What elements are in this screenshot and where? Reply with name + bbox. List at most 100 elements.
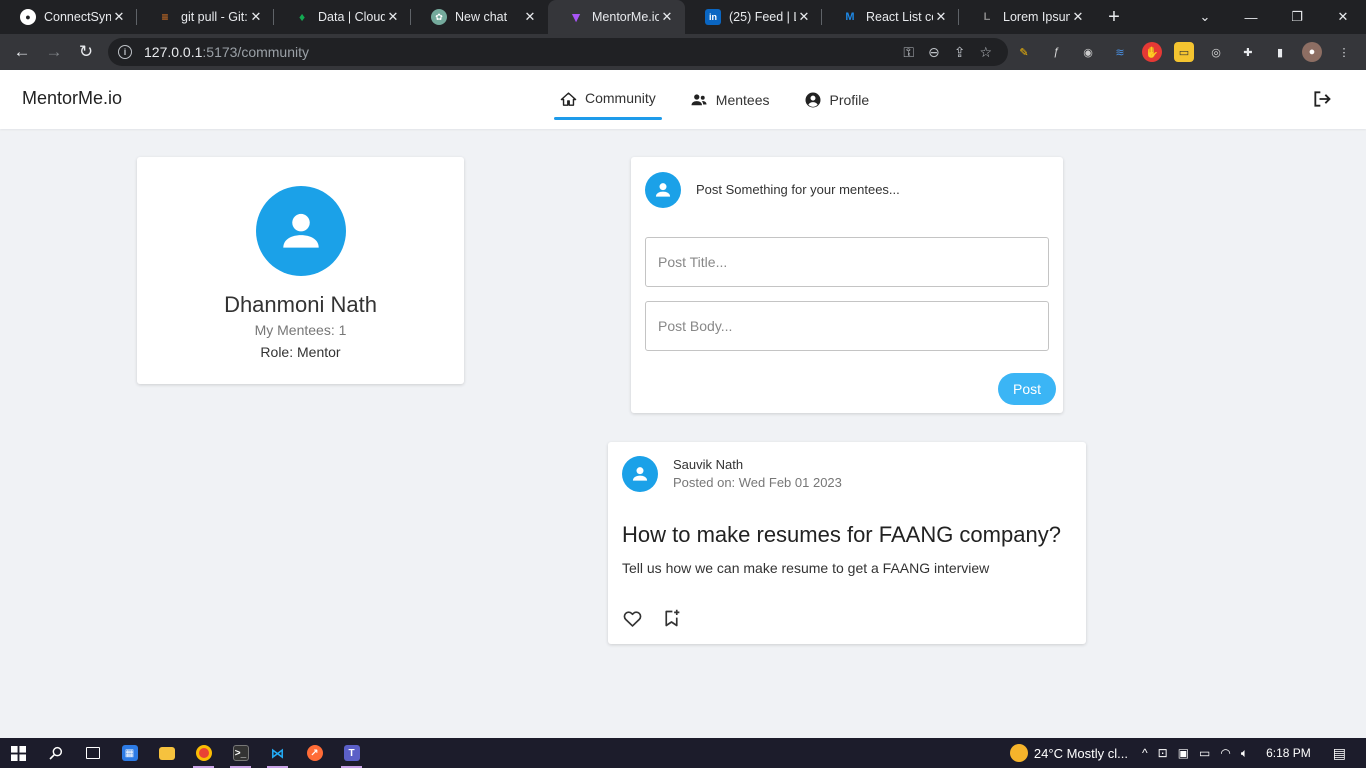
- weather-widget[interactable]: 24°C Mostly cl...: [1009, 744, 1128, 762]
- chrome-icon[interactable]: [185, 738, 222, 768]
- close-icon[interactable]: ✕: [796, 9, 812, 25]
- store-icon[interactable]: ▦: [111, 738, 148, 768]
- browser-tab[interactable]: ♦ Data | Cloud: ✕: [274, 0, 411, 34]
- post-title-input[interactable]: [645, 237, 1049, 287]
- close-icon[interactable]: ✕: [933, 9, 949, 25]
- vite-icon: ▼: [569, 9, 583, 25]
- nav-tab-mentees[interactable]: Mentees: [684, 70, 776, 129]
- close-icon[interactable]: ✕: [385, 9, 401, 25]
- profile-mentees-count: My Mentees: 1: [254, 322, 347, 338]
- post-author[interactable]: Sauvik Nath: [673, 457, 743, 472]
- teams-icon[interactable]: T: [333, 738, 370, 768]
- close-icon[interactable]: ✕: [522, 9, 538, 25]
- browser-tab[interactable]: ✿ New chat ✕: [411, 0, 548, 34]
- battery-icon[interactable]: ▭: [1199, 746, 1210, 760]
- extensions-bar: ✎ ƒ ◉ ≋ ✋ ▭ ◎ ✚ ▮ ● ⋮: [1014, 34, 1354, 70]
- profile-name: Dhanmoni Nath: [224, 292, 377, 317]
- active-tab-indicator: [554, 117, 662, 120]
- meet-now-icon[interactable]: ⊡: [1158, 746, 1168, 760]
- puzzle-icon[interactable]: ✚: [1238, 42, 1258, 62]
- clock[interactable]: 6:18 PM: [1266, 746, 1311, 760]
- browser-tab[interactable]: ≡ git pull - Git: ✕: [137, 0, 274, 34]
- close-icon[interactable]: ✕: [1070, 9, 1086, 25]
- nav-label: Profile: [829, 91, 870, 108]
- profile-avatar-icon[interactable]: ●: [1302, 42, 1322, 62]
- home-icon: [560, 92, 577, 106]
- windows-taskbar: ▦ >_ ⋈ ↗ T 24°C Mostly cl... ^ ⊡ ▣ ▭ ◠ 🔈…: [0, 738, 1366, 768]
- tab-title: New chat: [455, 10, 508, 24]
- file-explorer-icon[interactable]: [148, 738, 185, 768]
- bookmark-add-icon[interactable]: [661, 608, 682, 629]
- share-icon[interactable]: ⇪: [954, 44, 966, 61]
- tab-search-icon[interactable]: ⌄: [1182, 9, 1228, 25]
- task-view-icon[interactable]: [74, 738, 111, 768]
- browser-tab[interactable]: M React List com ✕: [822, 0, 959, 34]
- back-arrow-icon[interactable]: ←: [6, 36, 38, 68]
- post-button[interactable]: Post: [998, 373, 1056, 405]
- zoom-out-icon[interactable]: ⊖: [928, 44, 940, 61]
- mongodb-leaf-icon: ♦: [298, 10, 306, 24]
- system-tray: 24°C Mostly cl... ^ ⊡ ▣ ▭ ◠ 🔈︎ 6:18 PM ▤: [1009, 738, 1366, 768]
- stop-extension-icon[interactable]: ✋: [1142, 42, 1162, 62]
- menu-kebab-icon[interactable]: ⋮: [1334, 42, 1354, 62]
- site-info-icon[interactable]: i: [118, 45, 132, 59]
- tab-title: Lorem Ipsum: [1003, 10, 1070, 24]
- terminal-icon[interactable]: >_: [222, 738, 259, 768]
- forward-arrow-icon[interactable]: →: [38, 36, 70, 68]
- pen-extension-icon[interactable]: ✎: [1014, 42, 1034, 62]
- camera-extension-icon[interactable]: ◉: [1078, 42, 1098, 62]
- brand-logo[interactable]: MentorMe.io: [22, 88, 122, 109]
- display-icon[interactable]: ▣: [1178, 746, 1189, 760]
- browser-tab[interactable]: L Lorem Ipsum ✕: [959, 0, 1096, 34]
- weather-icon: [1009, 744, 1028, 762]
- omnibox-actions: ⚿ ⊖ ⇪ ☆: [903, 38, 992, 66]
- vscode-icon[interactable]: ⋈: [259, 738, 296, 768]
- search-icon[interactable]: [37, 738, 74, 768]
- lorem-icon: L: [983, 11, 991, 23]
- postman-icon[interactable]: ↗: [296, 738, 333, 768]
- tab-title: React List com: [866, 10, 933, 24]
- linkedin-icon: in: [705, 9, 721, 25]
- post-body-input[interactable]: [645, 301, 1049, 351]
- note-extension-icon[interactable]: ▭: [1174, 42, 1194, 62]
- browser-tab[interactable]: ● ConnectSync ✕: [0, 0, 137, 34]
- close-icon[interactable]: ✕: [659, 9, 675, 25]
- wave-extension-icon[interactable]: ≋: [1110, 42, 1130, 62]
- profile-role: Role: Mentor: [260, 344, 341, 360]
- url-host: 127.0.0.1: [144, 44, 203, 60]
- close-window-icon[interactable]: ✕: [1320, 9, 1366, 25]
- sidepanel-icon[interactable]: ▮: [1270, 42, 1290, 62]
- chatgpt-icon: ✿: [431, 9, 447, 25]
- composer-prompt: Post Something for your mentees...: [696, 182, 900, 197]
- stackoverflow-icon: ≡: [161, 10, 169, 24]
- chevron-up-icon[interactable]: ^: [1142, 746, 1148, 760]
- nav-tab-profile[interactable]: Profile: [798, 70, 876, 129]
- new-tab-button[interactable]: +: [1096, 0, 1132, 34]
- formula-extension-icon[interactable]: ƒ: [1046, 42, 1066, 62]
- reload-icon[interactable]: ↻: [70, 36, 102, 68]
- close-icon[interactable]: ✕: [248, 9, 264, 25]
- browser-tab[interactable]: in (25) Feed | Lin ✕: [685, 0, 822, 34]
- minimize-icon[interactable]: —: [1228, 10, 1274, 25]
- post-title: How to make resumes for FAANG company?: [622, 522, 1061, 547]
- logout-icon[interactable]: [1312, 89, 1332, 109]
- restore-icon[interactable]: ❐: [1274, 9, 1320, 25]
- heart-icon[interactable]: [622, 608, 643, 629]
- account-circle-icon: [805, 92, 820, 107]
- volume-icon[interactable]: 🔈︎: [1241, 746, 1248, 761]
- address-bar[interactable]: i 127.0.0.1:5173/community ⚿ ⊖ ⇪ ☆: [108, 38, 1008, 66]
- feed-post: Sauvik Nath Posted on: Wed Feb 01 2023 H…: [608, 442, 1086, 644]
- glasses-extension-icon[interactable]: ◎: [1206, 42, 1226, 62]
- browser-tab-active[interactable]: ▼ MentorMe.io ✕: [548, 0, 685, 34]
- person-icon: [655, 183, 671, 197]
- notifications-icon[interactable]: ▤: [1333, 745, 1346, 762]
- nav-tab-community[interactable]: Community: [554, 70, 662, 129]
- windows-start-icon[interactable]: [0, 738, 37, 768]
- close-icon[interactable]: ✕: [111, 9, 127, 25]
- app-navbar: MentorMe.io Community Mentees Profile: [0, 70, 1366, 129]
- bookmark-star-icon[interactable]: ☆: [979, 44, 992, 61]
- wifi-icon[interactable]: ◠: [1220, 746, 1230, 760]
- key-icon[interactable]: ⚿: [903, 44, 914, 61]
- person-icon: [632, 467, 648, 481]
- people-icon: [691, 93, 707, 105]
